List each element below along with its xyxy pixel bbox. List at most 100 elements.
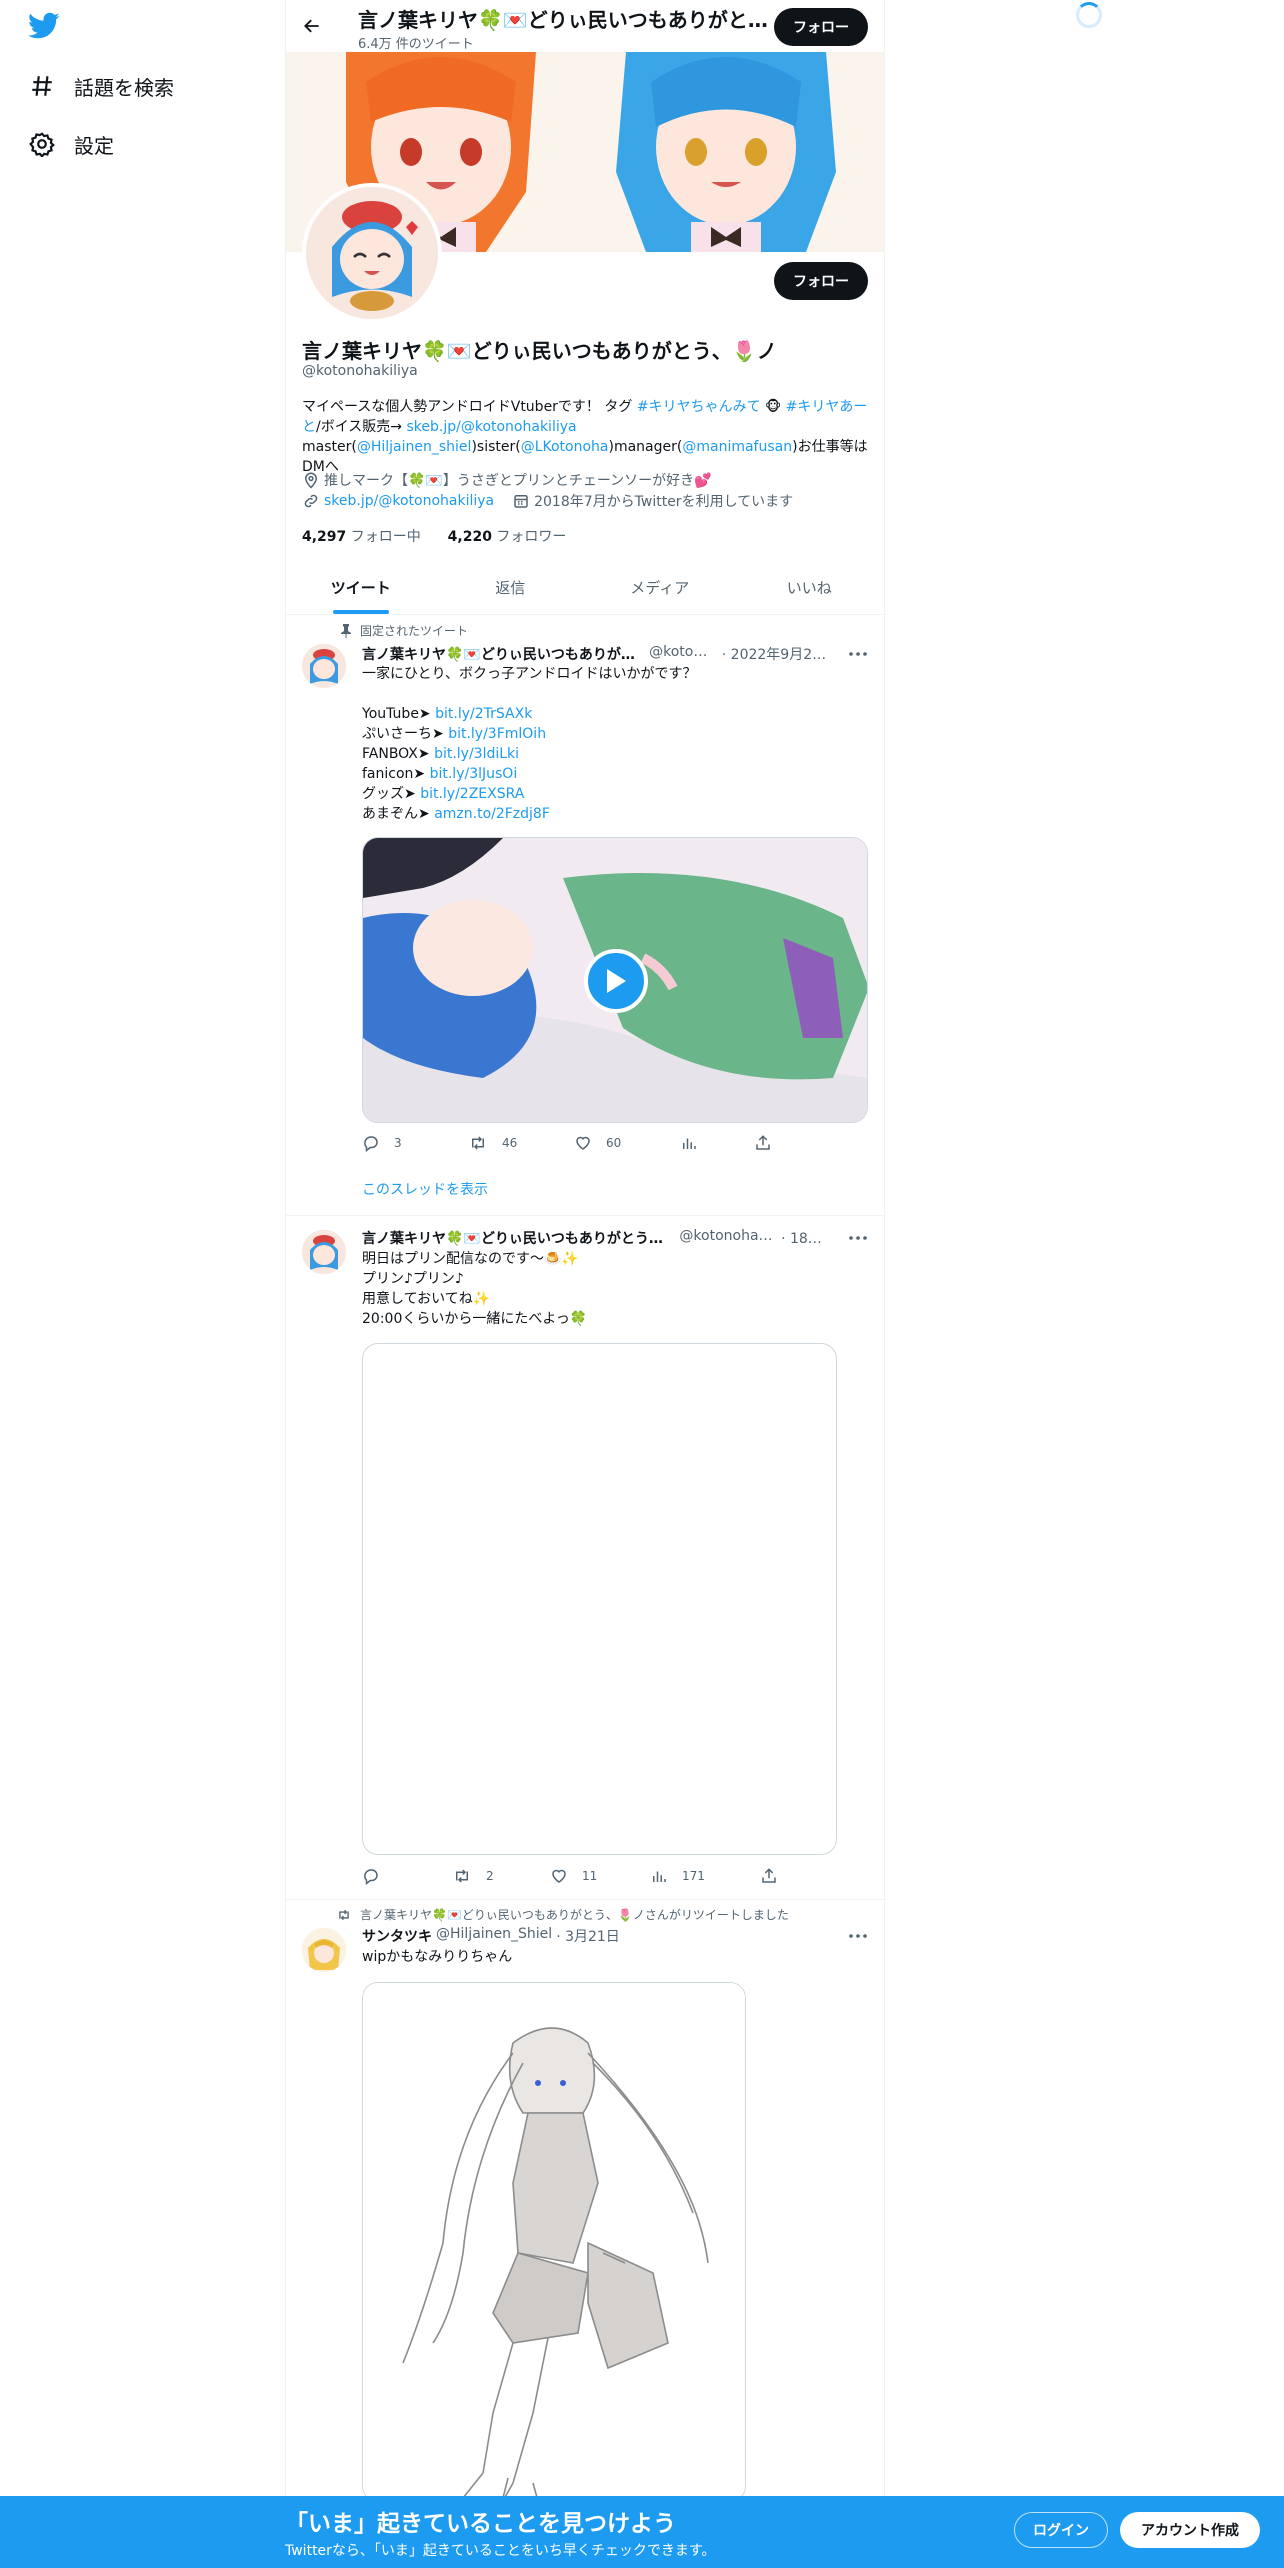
profile-name: 言ノ葉キリヤ🍀💌どりぃ民いつもありがとう、🌷ノ [302, 339, 777, 363]
views-button[interactable]: 171 [650, 1867, 760, 1885]
bio-mention-link[interactable]: @manimafusan [682, 439, 792, 455]
bio-text: マイペースな個人勢アンドロイドVtuberです！ タグ [302, 399, 637, 415]
tweet-line: wipかもなみりりちゃん [362, 1949, 513, 1965]
tweet-url-link[interactable]: bit.ly/3ldiLki [434, 746, 519, 762]
tweet-author-handle[interactable]: @Hiljainen_Shiel [436, 1926, 552, 1946]
profile-meta-row: skeb.jp/@kotonohakiliya 2018年7月からTwitter… [302, 491, 793, 511]
reply-button[interactable]: 3 [362, 1134, 468, 1152]
signup-button[interactable]: アカウント作成 [1120, 2512, 1260, 2548]
profile-avatar[interactable] [302, 183, 442, 323]
login-button[interactable]: ログイン [1014, 2512, 1108, 2548]
tweet-media-placeholder[interactable] [362, 1343, 837, 1855]
tweet-author-name[interactable]: 言ノ葉キリヤ🍀💌どりぃ民いつもありがとう、🌷ノ [362, 1228, 671, 1248]
tweet-author-name[interactable]: サンタツキ [362, 1926, 432, 1946]
heart-icon [552, 1869, 566, 1883]
profile-bio: マイペースな個人勢アンドロイドVtuberです！ タグ #キリヤちゃんみて 🐵 … [302, 397, 872, 477]
tweet-author-handle[interactable]: @koton... [649, 644, 714, 664]
reply-count: 3 [394, 1136, 402, 1150]
tweet-timestamp[interactable]: · 18時間 [781, 1228, 832, 1248]
hashtag-icon [28, 72, 56, 100]
views-chart-icon [683, 1138, 696, 1149]
share-icon [762, 1868, 776, 1883]
left-nav: 話題を検索 設定 [0, 0, 285, 2568]
retweet-button[interactable]: 46 [468, 1134, 574, 1152]
link-label: あまぞん➤ [362, 806, 435, 822]
tweet-image[interactable] [362, 1982, 746, 2502]
share-button[interactable] [760, 1867, 800, 1885]
tweet-link-line: ぷいさーち➤ bit.ly/3FmlOih [362, 724, 872, 744]
tweet-author-handle[interactable]: @kotonohak... [679, 1228, 773, 1248]
views-button[interactable] [680, 1134, 754, 1152]
more-options-icon[interactable] [848, 1228, 868, 1248]
tweet-text: 明日はプリン配信なのです～🍮✨ プリン♪プリン♪ 用意しておいてね✨ 20:00… [362, 1249, 872, 1329]
profile-joined-text: 2018年7月からTwitterを利用しています [534, 494, 794, 510]
bio-mention-link[interactable]: @LKotonoha [521, 439, 609, 455]
profile-handle: @kotonohakiliya [302, 363, 418, 379]
tweet-url-link[interactable]: bit.ly/3lJusOi [430, 766, 518, 782]
nav-explore-label: 話題を検索 [74, 75, 174, 100]
like-button[interactable]: 11 [550, 1867, 650, 1885]
tab-media[interactable]: メディア [585, 560, 735, 614]
profile-tabs: ツイート 返信 メディア いいね [286, 560, 884, 615]
bio-url-link[interactable]: skeb.jp/@kotonohakiliya [406, 419, 576, 435]
tweet-pinned[interactable]: 固定されたツイート 言ノ葉キリヤ🍀💌どりぃ民いつもありがとう @koton...… [286, 616, 884, 1216]
link-label: グッズ➤ [362, 786, 421, 802]
tab-tweets[interactable]: ツイート [286, 560, 436, 614]
tab-replies[interactable]: 返信 [436, 560, 586, 614]
view-count: 171 [682, 1869, 705, 1883]
nav-settings[interactable]: 設定 [28, 124, 114, 164]
share-button[interactable] [754, 1134, 794, 1152]
play-button-icon[interactable] [584, 949, 648, 1013]
tweet-link-line: YouTube➤ bit.ly/2TrSAXk [362, 704, 872, 724]
bio-text: 🐵 [760, 399, 786, 415]
retweet-button[interactable]: 2 [452, 1867, 550, 1885]
bio-text: )sister( [471, 439, 521, 455]
profile-website-link[interactable]: skeb.jp/@kotonohakiliya [324, 493, 494, 509]
show-thread-link[interactable]: このスレッドを表示 [362, 1179, 488, 1199]
following-label: フォロー中 [350, 529, 421, 545]
gear-icon [28, 130, 56, 158]
more-options-icon[interactable] [848, 1926, 868, 1946]
tweet-url-link[interactable]: bit.ly/2TrSAXk [435, 706, 532, 722]
tweet[interactable]: 言ノ葉キリヤ🍀💌どりぃ民いつもありがとう、🌷ノ @kotonohak... · … [286, 1216, 884, 1900]
bio-mention-link[interactable]: @Hiljainen_shiel [357, 439, 472, 455]
tweet-timestamp[interactable]: · 2022年9月24日 [722, 644, 832, 664]
tweet-avatar[interactable] [302, 1928, 346, 1972]
header-name: 言ノ葉キリヤ🍀💌どりぃ民いつもありがとう、🌷ノ [358, 8, 768, 32]
reply-button[interactable] [362, 1867, 452, 1885]
profile-location: 推しマーク【🍀💌】うさぎとプリンとチェーンソーが好き💕 [302, 470, 712, 490]
tweet-url-link[interactable]: bit.ly/3FmlOih [448, 726, 546, 742]
link-label: fanicon➤ [362, 766, 430, 782]
bio-hashtag-link[interactable]: #キリヤちゃんみて [637, 399, 761, 415]
followers-link[interactable]: 4,220 フォロワー [448, 529, 567, 545]
tweet-avatar[interactable] [302, 644, 346, 688]
signup-banner: 「いま」起きていることを見つけよう Twitterなら、「いま」起きていることを… [0, 2496, 1284, 2568]
tweet-line: 20:00くらいから一緒にたべよっ🍀 [362, 1311, 588, 1327]
twitter-logo-icon[interactable] [28, 12, 62, 42]
views-chart-icon [653, 1871, 666, 1882]
tweet-retweeted[interactable]: 言ノ葉キリヤ🍀💌どりぃ民いつもありがとう、🌷ノさんがリツイートしました サンタツ… [286, 1900, 884, 2502]
tweet-timestamp[interactable]: · 3月21日 [556, 1926, 620, 1946]
tweet-url-link[interactable]: amzn.to/2Fzdj8F [434, 806, 550, 822]
tweet-link-line: FANBOX➤ bit.ly/3ldiLki [362, 744, 872, 764]
loading-spinner [1076, 2, 1102, 28]
more-options-icon[interactable] [848, 644, 868, 664]
link-icon [304, 494, 318, 508]
heart-icon [576, 1136, 590, 1150]
retweet-count: 2 [486, 1869, 494, 1883]
header-follow-button[interactable]: フォロー [774, 8, 868, 46]
profile-follow-button[interactable]: フォロー [774, 262, 868, 300]
like-button[interactable]: 60 [574, 1134, 680, 1152]
tweet-avatar[interactable] [302, 1230, 346, 1274]
tab-likes[interactable]: いいね [735, 560, 885, 614]
tweet-url-link[interactable]: bit.ly/2ZEXSRA [420, 786, 524, 802]
back-arrow-icon[interactable] [298, 12, 326, 40]
tweet-video[interactable] [362, 837, 868, 1123]
header-tweet-count: 6.4万 件のツイート [358, 37, 474, 52]
following-link[interactable]: 4,297 フォロー中 [302, 529, 421, 545]
tweet-author-name[interactable]: 言ノ葉キリヤ🍀💌どりぃ民いつもありがとう [362, 644, 641, 664]
bio-text: master( [302, 439, 357, 455]
bio-text: /ボイス販売→ [316, 419, 407, 435]
nav-explore[interactable]: 話題を検索 [28, 66, 174, 106]
tweet-line: 用意しておいてね✨ [362, 1291, 491, 1307]
